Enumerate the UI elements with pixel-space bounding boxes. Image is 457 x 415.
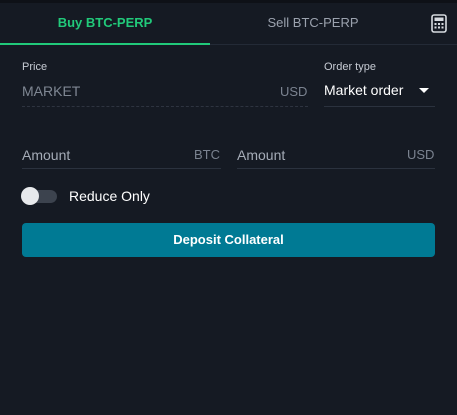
side-tabs: Buy BTC-PERP Sell BTC-PERP — [0, 3, 457, 45]
chevron-down-icon — [419, 88, 429, 93]
order-form-panel: Buy BTC-PERP Sell BTC-PERP Price MARKET … — [0, 0, 457, 415]
tab-buy-label: Buy BTC-PERP — [57, 15, 153, 30]
amount-btc-input[interactable] — [22, 143, 187, 167]
reduce-only-toggle[interactable] — [21, 187, 57, 205]
price-unit: USD — [280, 84, 308, 99]
tab-divider — [210, 44, 457, 45]
amount-usd-underline — [237, 168, 435, 169]
amount-usd-input[interactable] — [237, 143, 402, 167]
order-type-underline — [324, 106, 435, 107]
order-type-label: Order type — [324, 61, 376, 73]
active-tab-underline — [0, 43, 210, 45]
price-value: MARKET — [22, 83, 81, 99]
toggle-knob — [21, 187, 39, 205]
amount-btc-underline — [22, 168, 221, 169]
deposit-collateral-button[interactable]: Deposit Collateral — [22, 223, 435, 257]
tab-sell[interactable]: Sell BTC-PERP — [210, 3, 416, 45]
reduce-only-label: Reduce Only — [69, 188, 150, 204]
tab-buy[interactable]: Buy BTC-PERP — [0, 3, 210, 45]
order-type-select[interactable]: Market order — [324, 80, 435, 102]
amount-btc-unit: BTC — [194, 147, 220, 162]
calculator-icon[interactable] — [431, 14, 447, 33]
amount-usd-unit: USD — [407, 147, 435, 162]
price-label: Price — [22, 61, 48, 73]
price-underline — [22, 106, 308, 107]
order-type-value: Market order — [324, 82, 404, 98]
tab-sell-label: Sell BTC-PERP — [267, 15, 359, 30]
